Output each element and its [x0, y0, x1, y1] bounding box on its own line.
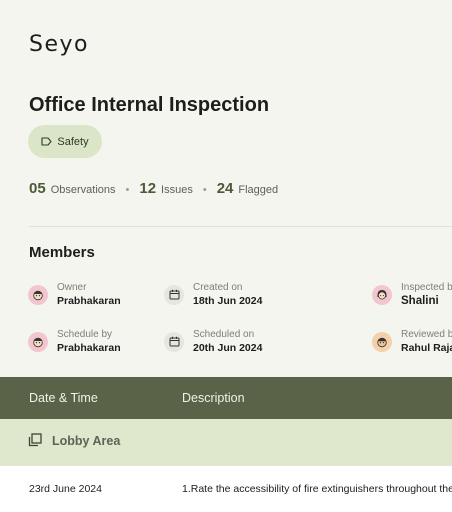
- schedule-by-label: Schedule by: [57, 329, 113, 340]
- separator-dot: •: [125, 184, 130, 196]
- observations-count: 05: [29, 180, 46, 197]
- tag-icon: [41, 137, 52, 146]
- page-title: Office Internal Inspection: [29, 94, 270, 116]
- member-inspected-by: Inspected b Shalini: [372, 281, 452, 308]
- separator-dot: •: [202, 184, 207, 196]
- calendar-icon: [164, 331, 184, 352]
- category-tag[interactable]: Safety: [28, 125, 102, 158]
- inspected-label: Inspected b: [401, 282, 452, 293]
- flagged-count: 24: [216, 180, 234, 197]
- calendar-icon: [164, 284, 184, 305]
- table-row[interactable]: 23rd June 2024 1.Rate the accessibility …: [0, 466, 452, 512]
- table-header: Date & Time Description: [0, 377, 452, 419]
- tag-label: Safety: [57, 135, 89, 148]
- reviewer-name: Rahul Raja: [401, 342, 452, 354]
- avatar: [28, 284, 48, 305]
- app-logo[interactable]: Seyo: [29, 32, 89, 57]
- section-divider: [29, 226, 452, 227]
- scheduler-name: Prabhakaran: [57, 342, 121, 354]
- created-date: 18th Jun 2024: [193, 295, 263, 307]
- member-reviewed-by: Reviewed b Rahul Raja: [372, 328, 452, 355]
- stats-summary: 05 Observations • 12 Issues • 24 Flagged: [29, 180, 278, 197]
- member-created-on: Created on 18th Jun 2024: [164, 281, 262, 308]
- member-schedule-by: Schedule by Prabhakaran: [28, 328, 121, 355]
- row-description: 1.Rate the accessibility of fire extingu…: [182, 483, 452, 495]
- issues-label: Issues: [161, 184, 193, 196]
- issues-count: 12: [139, 180, 157, 197]
- avatar: [372, 331, 392, 352]
- members-title: Members: [29, 244, 95, 261]
- created-label: Created on: [193, 282, 243, 293]
- reviewed-label: Reviewed b: [401, 329, 452, 340]
- avatar: [28, 331, 48, 352]
- row-date: 23rd June 2024: [29, 483, 102, 495]
- group-row-lobby[interactable]: Lobby Area: [0, 419, 452, 466]
- member-scheduled-on: Scheduled on 20th Jun 2024: [164, 328, 262, 355]
- copy-icon: [28, 433, 42, 452]
- avatar: [372, 284, 392, 305]
- column-header-datetime[interactable]: Date & Time: [29, 391, 98, 405]
- scheduled-label: Scheduled on: [193, 329, 255, 340]
- flagged-label: Flagged: [238, 184, 279, 196]
- column-header-description[interactable]: Description: [182, 391, 245, 405]
- observations-label: Observations: [50, 184, 116, 196]
- inspector-name: Shalini: [401, 295, 439, 307]
- group-label: Lobby Area: [52, 434, 121, 448]
- scheduled-date: 20th Jun 2024: [193, 342, 263, 354]
- owner-name: Prabhakaran: [57, 295, 121, 307]
- member-owner: Owner Prabhakaran: [28, 281, 121, 308]
- owner-label: Owner: [57, 282, 87, 293]
